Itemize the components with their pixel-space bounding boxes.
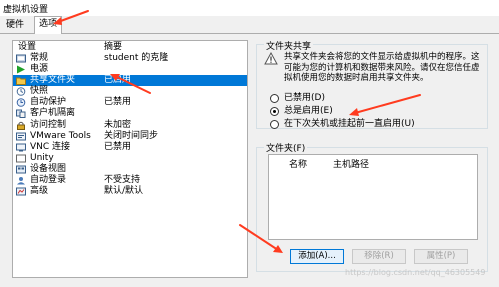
- column-header-host-path[interactable]: 主机路径: [333, 157, 369, 170]
- settings-item-name: VNC 连接: [30, 141, 71, 152]
- folders-title: 文件夹(F): [264, 141, 308, 154]
- settings-item-name: 自动登录: [30, 175, 67, 186]
- settings-list-item[interactable]: 设备视图: [13, 164, 247, 175]
- radio-until-poweroff-label[interactable]: 在下次关机或挂起前一直启用(U): [284, 119, 415, 130]
- add-folder-button[interactable]: 添加(A)...: [290, 249, 344, 264]
- settings-list-rows: 常规 student 的克隆 电源 共享文件夹 已启用 快照 自动保护 已禁用 客户机隔离 访问控…: [13, 53, 247, 197]
- settings-list-item[interactable]: 常规 student 的克隆: [13, 53, 247, 64]
- unity-icon: [16, 154, 26, 163]
- shared-folder-icon: [16, 77, 26, 86]
- settings-list-item[interactable]: 客户机隔离: [13, 108, 247, 119]
- settings-item-name: Unity: [30, 152, 54, 163]
- autoprotect-icon: [16, 98, 26, 108]
- settings-list-item[interactable]: 自动登录 不受支持: [13, 175, 247, 186]
- settings-item-name: 自动保护: [30, 97, 67, 108]
- options-panel: 设置 摘要 常规 student 的克隆 电源 共享文件夹 已启用 快照 自动保护 已禁用 客户…: [0, 34, 499, 287]
- watermark: https://blog.csdn.net/qq_46305549: [345, 268, 486, 277]
- settings-list-item[interactable]: VMware Tools 关闭时间同步: [13, 131, 247, 142]
- radio-disabled-label[interactable]: 已禁用(D): [284, 93, 325, 104]
- settings-item-name: 共享文件夹: [30, 75, 76, 86]
- radio-disabled-indicator[interactable]: [270, 94, 279, 103]
- column-header-setting[interactable]: 设置: [18, 41, 36, 53]
- settings-item-summary: 已启用: [104, 75, 132, 86]
- radio-until-poweroff-indicator[interactable]: [270, 120, 279, 129]
- tab-hardware[interactable]: 硬件: [2, 18, 28, 34]
- power-play-icon: [17, 65, 25, 74]
- settings-item-name: 设备视图: [30, 163, 67, 174]
- tab-options[interactable]: 选项: [34, 16, 63, 35]
- settings-list-header: 设置 摘要: [13, 41, 247, 53]
- settings-item-summary: 关闭时间同步: [104, 130, 159, 141]
- device-view-icon: [16, 165, 26, 174]
- settings-item-summary: student 的克隆: [104, 53, 169, 63]
- shared-folders-table[interactable]: 名称 主机路径: [268, 154, 478, 240]
- vnc-icon: [16, 143, 26, 152]
- folder-sharing-title: 文件夹共享: [264, 39, 314, 52]
- settings-item-summary: 默认/默认: [104, 186, 144, 197]
- warning-icon: [264, 52, 278, 65]
- window-title: 虚拟机设置: [3, 5, 49, 15]
- settings-item-summary: 已禁用: [104, 97, 132, 108]
- column-header-name[interactable]: 名称: [289, 157, 307, 170]
- settings-list-item[interactable]: 访问控制 未加密: [13, 120, 247, 131]
- settings-item-summary: 不受支持: [104, 175, 141, 186]
- window-titlebar: 虚拟机设置: [0, 0, 499, 16]
- settings-list-item[interactable]: Unity: [13, 153, 247, 164]
- remove-folder-button[interactable]: 移除(R): [352, 249, 406, 264]
- radio-always-enabled-label[interactable]: 总是启用(E): [284, 106, 333, 117]
- settings-list-item[interactable]: 自动保护 已禁用: [13, 97, 247, 108]
- vm-general-icon: [16, 54, 26, 63]
- settings-item-name: 客户机隔离: [30, 108, 76, 119]
- folder-sharing-description: 共享文件夹会将您的文件显示给虚拟机中的程序。这可能为您的计算机和数据带来风险。请…: [284, 52, 480, 84]
- autologin-icon: [17, 177, 25, 185]
- settings-item-summary: 已禁用: [104, 141, 132, 152]
- settings-item-name: 访问控制: [30, 119, 67, 130]
- settings-list-item[interactable]: 快照: [13, 86, 247, 97]
- folder-properties-button[interactable]: 属性(P): [414, 249, 468, 264]
- snapshot-icon: [16, 87, 26, 97]
- column-header-summary[interactable]: 摘要: [104, 41, 122, 53]
- settings-list-item[interactable]: 高级 默认/默认: [13, 186, 247, 197]
- vmware-tools-icon: [16, 132, 26, 141]
- settings-item-name: 快照: [30, 86, 49, 97]
- settings-item-name: 常规: [30, 53, 49, 63]
- radio-always-enabled-indicator[interactable]: [270, 107, 279, 116]
- settings-item-name: 高级: [30, 186, 49, 197]
- advanced-icon: [16, 187, 26, 196]
- isolation-icon: [16, 109, 26, 119]
- settings-list[interactable]: 设置 摘要 常规 student 的克隆 电源 共享文件夹 已启用 快照 自动保护 已禁用 客户…: [12, 40, 248, 278]
- settings-item-summary: 未加密: [104, 119, 132, 130]
- access-control-icon: [17, 121, 25, 130]
- settings-list-item[interactable]: VNC 连接 已禁用: [13, 142, 247, 153]
- settings-item-name: VMware Tools: [30, 130, 91, 141]
- settings-list-item[interactable]: 电源: [13, 64, 247, 75]
- tab-bar: 硬件 选项: [0, 16, 499, 35]
- settings-item-name: 电源: [30, 64, 49, 75]
- settings-list-item[interactable]: 共享文件夹 已启用: [13, 75, 247, 87]
